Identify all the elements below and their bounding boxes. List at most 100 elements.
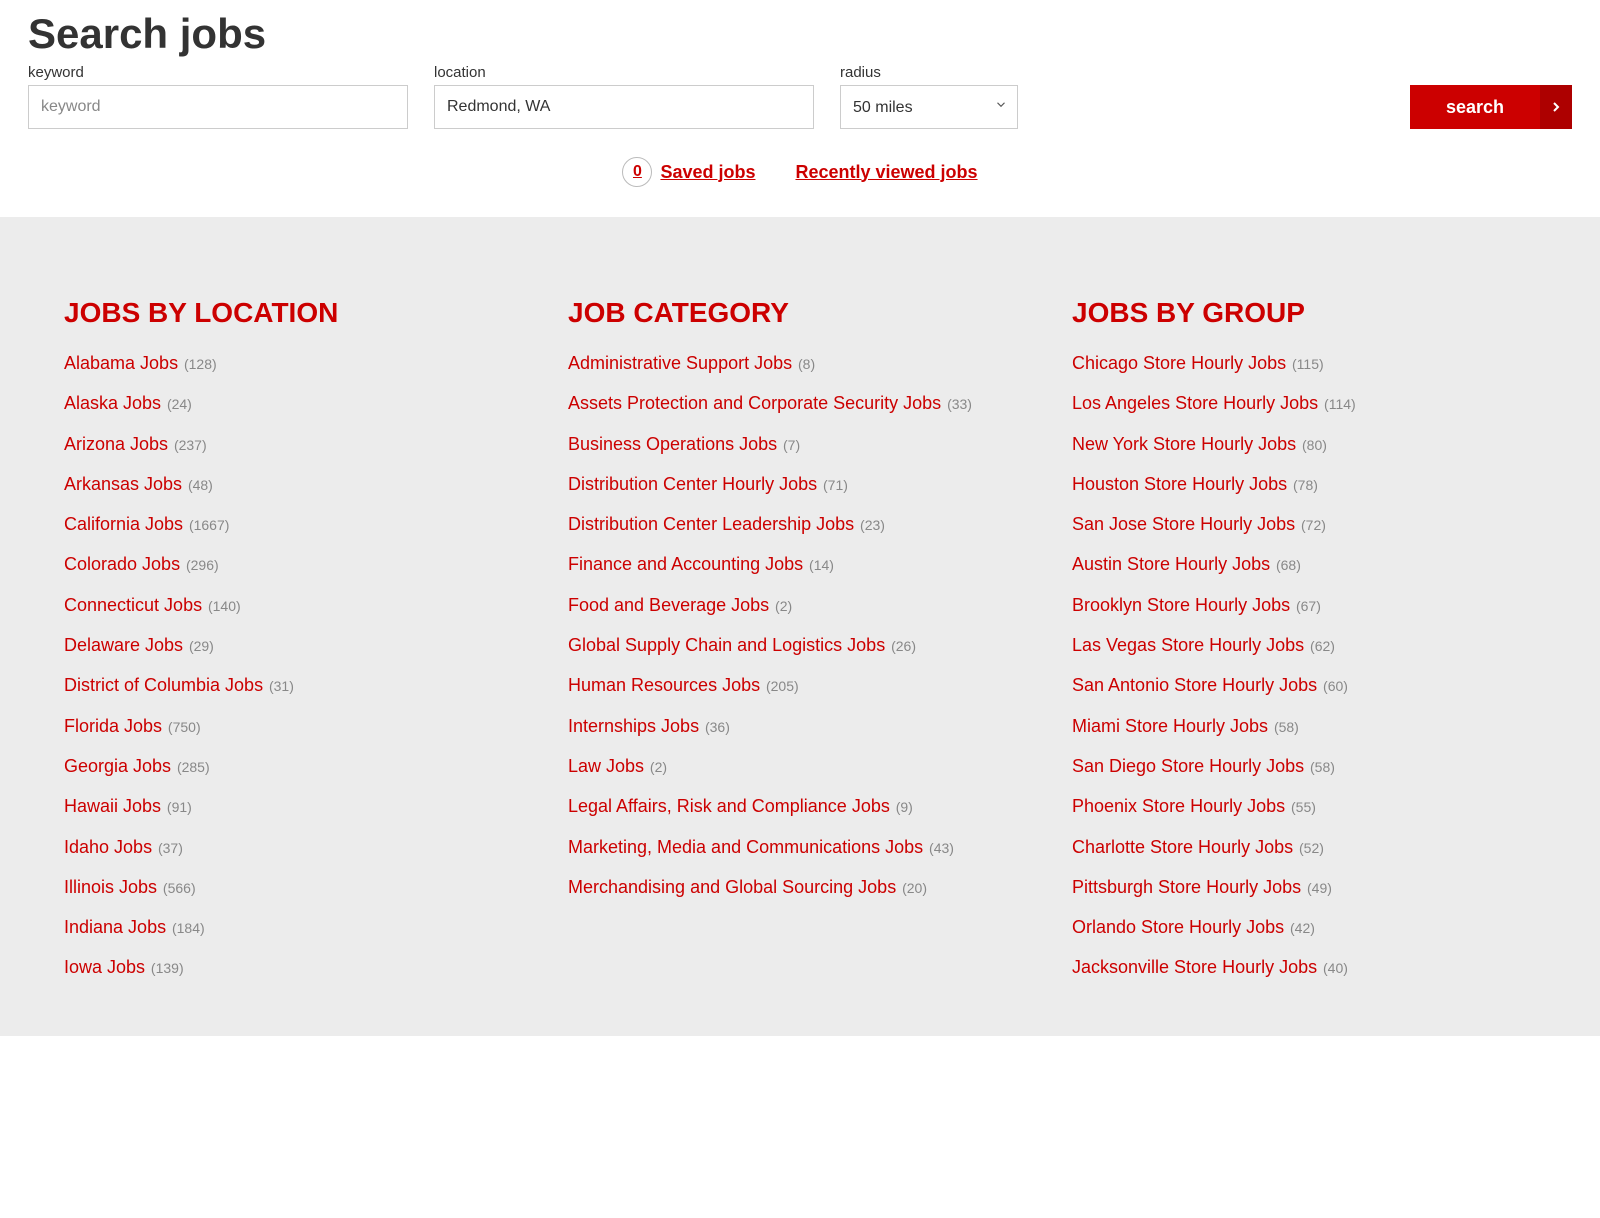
job-item-label: Hawaii Jobs [64,796,161,816]
location-item[interactable]: Arkansas Jobs (48) [64,472,528,496]
job-item-count: (2) [771,598,792,614]
group-item[interactable]: San Antonio Store Hourly Jobs (60) [1072,673,1536,697]
job-item-label: Chicago Store Hourly Jobs [1072,353,1286,373]
location-label: location [434,64,814,81]
group-item[interactable]: Austin Store Hourly Jobs (68) [1072,552,1536,576]
category-item[interactable]: Business Operations Jobs (7) [568,432,1032,456]
category-item[interactable]: Distribution Center Leadership Jobs (23) [568,512,1032,536]
jobs-by-location-heading: JOBS BY LOCATION [64,297,528,329]
job-item-label: Assets Protection and Corporate Security… [568,393,941,413]
job-item-label: Indiana Jobs [64,917,166,937]
category-item[interactable]: Internships Jobs (36) [568,714,1032,738]
group-item[interactable]: New York Store Hourly Jobs (80) [1072,432,1536,456]
job-item-label: Miami Store Hourly Jobs [1072,716,1268,736]
quick-links: 0 Saved jobs Recently viewed jobs [28,157,1572,187]
job-item-label: Legal Affairs, Risk and Compliance Jobs [568,796,890,816]
location-item[interactable]: Illinois Jobs (566) [64,875,528,899]
group-item[interactable]: Jacksonville Store Hourly Jobs (40) [1072,955,1536,979]
search-form: keyword location radius 50 miles search [28,64,1572,129]
job-item-count: (40) [1319,960,1348,976]
category-item[interactable]: Merchandising and Global Sourcing Jobs (… [568,875,1032,899]
category-item[interactable]: Assets Protection and Corporate Security… [568,391,1032,415]
location-item[interactable]: District of Columbia Jobs (31) [64,673,528,697]
page-title: Search jobs [28,10,1572,58]
group-item[interactable]: Chicago Store Hourly Jobs (115) [1072,351,1536,375]
job-item-count: (48) [184,477,213,493]
category-item[interactable]: Marketing, Media and Communications Jobs… [568,835,1032,859]
category-item[interactable]: Food and Beverage Jobs (2) [568,593,1032,617]
job-item-label: Administrative Support Jobs [568,353,792,373]
job-item-label: Brooklyn Store Hourly Jobs [1072,595,1290,615]
job-item-count: (20) [898,880,927,896]
category-item[interactable]: Administrative Support Jobs (8) [568,351,1032,375]
location-input[interactable] [434,85,814,129]
category-item[interactable]: Human Resources Jobs (205) [568,673,1032,697]
radius-select[interactable]: 50 miles [840,85,1018,129]
job-item-count: (750) [164,719,201,735]
location-item[interactable]: Colorado Jobs (296) [64,552,528,576]
job-item-count: (62) [1306,638,1335,654]
group-item[interactable]: Charlotte Store Hourly Jobs (52) [1072,835,1536,859]
category-item[interactable]: Legal Affairs, Risk and Compliance Jobs … [568,794,1032,818]
job-item-count: (139) [147,960,184,976]
location-item[interactable]: Indiana Jobs (184) [64,915,528,939]
job-item-count: (26) [887,638,916,654]
category-item[interactable]: Finance and Accounting Jobs (14) [568,552,1032,576]
group-item[interactable]: Phoenix Store Hourly Jobs (55) [1072,794,1536,818]
job-item-label: Phoenix Store Hourly Jobs [1072,796,1285,816]
job-item-count: (9) [892,799,913,815]
location-item[interactable]: Delaware Jobs (29) [64,633,528,657]
group-item[interactable]: San Jose Store Hourly Jobs (72) [1072,512,1536,536]
group-item[interactable]: Las Vegas Store Hourly Jobs (62) [1072,633,1536,657]
group-item[interactable]: San Diego Store Hourly Jobs (58) [1072,754,1536,778]
job-item-label: New York Store Hourly Jobs [1072,434,1296,454]
group-item[interactable]: Miami Store Hourly Jobs (58) [1072,714,1536,738]
group-item[interactable]: Brooklyn Store Hourly Jobs (67) [1072,593,1536,617]
location-item[interactable]: Iowa Jobs (139) [64,955,528,979]
job-item-count: (296) [182,557,219,573]
location-item[interactable]: Idaho Jobs (37) [64,835,528,859]
location-item[interactable]: Arizona Jobs (237) [64,432,528,456]
job-item-label: Houston Store Hourly Jobs [1072,474,1287,494]
recently-viewed-link[interactable]: Recently viewed jobs [795,162,977,183]
lists-section: JOBS BY LOCATION Alabama Jobs (128) Alask… [0,217,1600,1036]
keyword-input[interactable] [28,85,408,129]
group-item[interactable]: Orlando Store Hourly Jobs (42) [1072,915,1536,939]
job-item-count: (91) [163,799,192,815]
job-item-count: (67) [1292,598,1321,614]
job-item-count: (58) [1306,759,1335,775]
job-item-count: (43) [925,840,954,856]
job-item-label: Finance and Accounting Jobs [568,554,803,574]
location-item[interactable]: Florida Jobs (750) [64,714,528,738]
job-item-count: (37) [154,840,183,856]
location-item[interactable]: Connecticut Jobs (140) [64,593,528,617]
category-item[interactable]: Distribution Center Hourly Jobs (71) [568,472,1032,496]
job-item-label: Global Supply Chain and Logistics Jobs [568,635,885,655]
job-item-label: District of Columbia Jobs [64,675,263,695]
category-item[interactable]: Law Jobs (2) [568,754,1032,778]
job-item-label: Arizona Jobs [64,434,168,454]
job-item-label: Colorado Jobs [64,554,180,574]
job-item-label: Marketing, Media and Communications Jobs [568,837,923,857]
location-item[interactable]: California Jobs (1667) [64,512,528,536]
job-item-label: San Diego Store Hourly Jobs [1072,756,1304,776]
job-item-label: Alabama Jobs [64,353,178,373]
category-item[interactable]: Global Supply Chain and Logistics Jobs (… [568,633,1032,657]
group-item[interactable]: Pittsburgh Store Hourly Jobs (49) [1072,875,1536,899]
job-item-label: Idaho Jobs [64,837,152,857]
group-item[interactable]: Houston Store Hourly Jobs (78) [1072,472,1536,496]
job-item-label: Charlotte Store Hourly Jobs [1072,837,1293,857]
job-item-count: (14) [805,557,834,573]
location-item[interactable]: Alabama Jobs (128) [64,351,528,375]
job-item-label: San Jose Store Hourly Jobs [1072,514,1295,534]
location-item[interactable]: Alaska Jobs (24) [64,391,528,415]
location-item[interactable]: Hawaii Jobs (91) [64,794,528,818]
saved-jobs-link[interactable]: 0 Saved jobs [622,157,755,187]
location-item[interactable]: Georgia Jobs (285) [64,754,528,778]
job-item-count: (128) [180,356,217,372]
search-button[interactable]: search [1410,85,1572,129]
group-item[interactable]: Los Angeles Store Hourly Jobs (114) [1072,391,1536,415]
job-item-count: (23) [856,517,885,533]
job-item-label: Pittsburgh Store Hourly Jobs [1072,877,1301,897]
job-item-count: (55) [1287,799,1316,815]
